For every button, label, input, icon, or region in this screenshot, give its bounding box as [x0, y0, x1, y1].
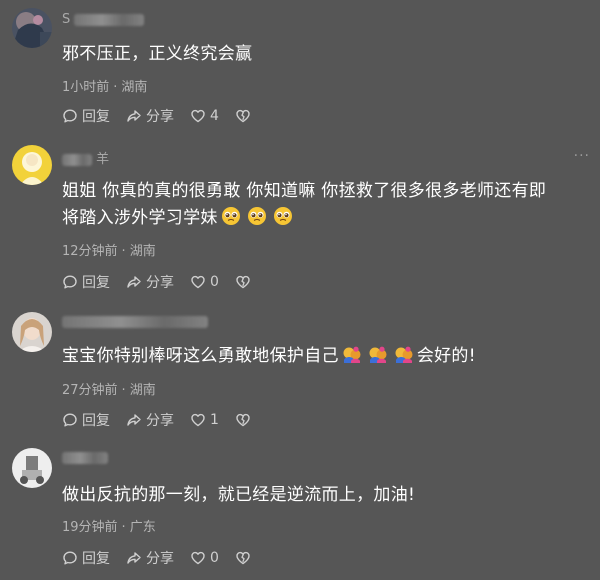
avatar[interactable]: [12, 448, 52, 488]
pleading-face-emoji-icon: [221, 206, 241, 226]
dislike-button[interactable]: [235, 108, 255, 124]
comment-actions: 回复 分享 0: [62, 548, 271, 568]
comment-actions: 回复 分享 1: [62, 410, 271, 430]
broken-heart-icon: [235, 274, 251, 290]
comment-text-part: 会好的!: [416, 346, 476, 366]
heart-icon: [190, 550, 206, 566]
share-arrow-icon: [126, 108, 142, 124]
pleading-face-emoji-icon: [247, 206, 267, 226]
comment-time: 12分钟前: [62, 244, 118, 259]
reply-button[interactable]: 回复: [62, 272, 110, 292]
broken-heart-icon: [235, 550, 251, 566]
more-dots-icon[interactable]: ···: [574, 149, 590, 163]
heart-icon: [190, 412, 206, 428]
pleading-face-emoji-icon: [273, 206, 293, 226]
comment-text: 姐姐 你真的真的很勇敢 你知道嘛 你拯救了很多很多老师还有即 将踏入涉外学习学妹: [62, 178, 590, 232]
avatar[interactable]: [12, 145, 52, 185]
reply-label: 回复: [82, 109, 110, 125]
share-button[interactable]: 分享: [126, 272, 174, 292]
like-count: 0: [210, 550, 219, 566]
reply-bubble-icon: [62, 108, 78, 124]
broken-heart-icon: [235, 412, 251, 428]
comment-text: 做出反抗的那一刻，就已经是逆流而上，加油!: [62, 485, 416, 505]
comment-text-part: 将踏入涉外学习学妹: [62, 208, 218, 228]
username-blur: [62, 451, 108, 464]
share-label: 分享: [146, 551, 174, 567]
comment-meta: 27分钟前 · 湖南: [62, 379, 156, 398]
username-blur: [74, 13, 145, 26]
like-count: 1: [210, 412, 219, 428]
comment-location: 广东: [129, 520, 156, 535]
share-label: 分享: [146, 275, 174, 291]
share-button[interactable]: 分享: [126, 410, 174, 430]
username-blur: [62, 315, 208, 328]
heart-icon: [190, 274, 206, 290]
share-label: 分享: [146, 413, 174, 429]
like-button[interactable]: 1: [190, 412, 219, 428]
reply-bubble-icon: [62, 550, 78, 566]
like-button[interactable]: 4: [190, 108, 219, 124]
meta-separator: ·: [121, 520, 126, 535]
reply-bubble-icon: [62, 412, 78, 428]
username[interactable]: S: [62, 12, 145, 27]
like-count: 0: [210, 274, 219, 290]
couple-emoji-icon: [394, 344, 414, 364]
avatar[interactable]: [12, 312, 52, 352]
username-text: S: [62, 12, 71, 27]
share-button[interactable]: 分享: [126, 106, 174, 126]
dislike-button[interactable]: [235, 412, 255, 428]
username-text: 羊: [96, 152, 110, 167]
comment-meta: 19分钟前 · 广东: [62, 516, 156, 535]
comment-text: 邪不压正，正义终究会赢: [62, 44, 253, 64]
share-button[interactable]: 分享: [126, 548, 174, 568]
comment-actions: 回复 分享 4: [62, 106, 271, 126]
share-arrow-icon: [126, 550, 142, 566]
couple-emoji-icon: [368, 344, 388, 364]
like-button[interactable]: 0: [190, 274, 219, 290]
comment-time: 19分钟前: [62, 520, 118, 535]
heart-icon: [190, 108, 206, 124]
username-blur: [62, 153, 92, 166]
reply-label: 回复: [82, 551, 110, 567]
dislike-button[interactable]: [235, 550, 255, 566]
like-button[interactable]: 0: [190, 550, 219, 566]
meta-separator: ·: [113, 80, 118, 95]
reply-label: 回复: [82, 275, 110, 291]
reply-button[interactable]: 回复: [62, 548, 110, 568]
reply-button[interactable]: 回复: [62, 106, 110, 126]
meta-separator: ·: [121, 383, 126, 398]
comment-meta: 12分钟前 · 湖南: [62, 240, 156, 259]
couple-emoji-icon: [342, 344, 362, 364]
comment-text-line: 将踏入涉外学习学妹: [62, 205, 590, 232]
dislike-button[interactable]: [235, 274, 255, 290]
comment-text-line: 姐姐 你真的真的很勇敢 你知道嘛 你拯救了很多很多老师还有即: [62, 181, 547, 201]
comment-time: 1小时前: [62, 80, 110, 95]
username[interactable]: [62, 314, 208, 329]
username[interactable]: [62, 450, 108, 465]
comment-location: 湖南: [129, 383, 156, 398]
share-arrow-icon: [126, 274, 142, 290]
like-count: 4: [210, 108, 219, 124]
username[interactable]: 羊: [62, 148, 109, 167]
comment-meta: 1小时前 · 湖南: [62, 76, 147, 95]
reply-button[interactable]: 回复: [62, 410, 110, 430]
reply-bubble-icon: [62, 274, 78, 290]
share-arrow-icon: [126, 412, 142, 428]
share-label: 分享: [146, 109, 174, 125]
comment-actions: 回复 分享 0: [62, 272, 271, 292]
meta-separator: ·: [121, 244, 126, 259]
broken-heart-icon: [235, 108, 251, 124]
avatar[interactable]: [12, 8, 52, 48]
comment-location: 湖南: [129, 244, 156, 259]
comment-text-part: 宝宝你特别棒呀这么勇敢地保护自己: [62, 346, 339, 366]
comment-location: 湖南: [121, 80, 148, 95]
reply-label: 回复: [82, 413, 110, 429]
comment-time: 27分钟前: [62, 383, 118, 398]
comment-text: 宝宝你特别棒呀这么勇敢地保护自己 会好的!: [62, 343, 590, 370]
